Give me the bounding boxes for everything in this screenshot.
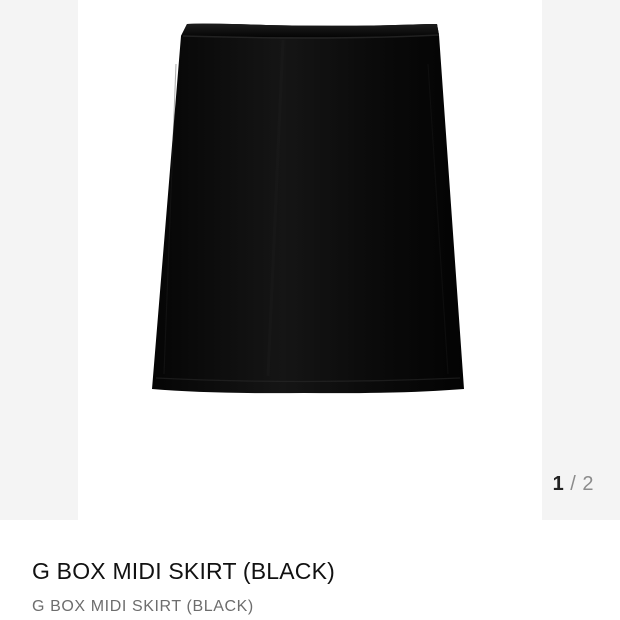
current-image-number: 1 [552, 473, 565, 495]
pagination-separator: / [570, 473, 577, 495]
product-subtitle: G BOX MIDI SKIRT (BLACK) [32, 598, 254, 615]
product-info: G BOX MIDI SKIRT (BLACK) G BOX MIDI SKIR… [32, 556, 592, 617]
product-image-gallery[interactable]: 1 / 2 [0, 0, 620, 520]
product-image[interactable] [78, 0, 542, 520]
product-title: G BOX MIDI SKIRT (BLACK) [32, 558, 336, 584]
product-page: 1 / 2 G BOX MIDI SKIRT (BLACK) G BOX MID… [0, 0, 620, 620]
skirt-body [152, 23, 464, 394]
black-midi-skirt-image [152, 23, 464, 394]
total-image-count: 2 [582, 473, 594, 495]
skirt-waistband [181, 23, 439, 37]
image-pagination: 1 / 2 [553, 472, 594, 496]
